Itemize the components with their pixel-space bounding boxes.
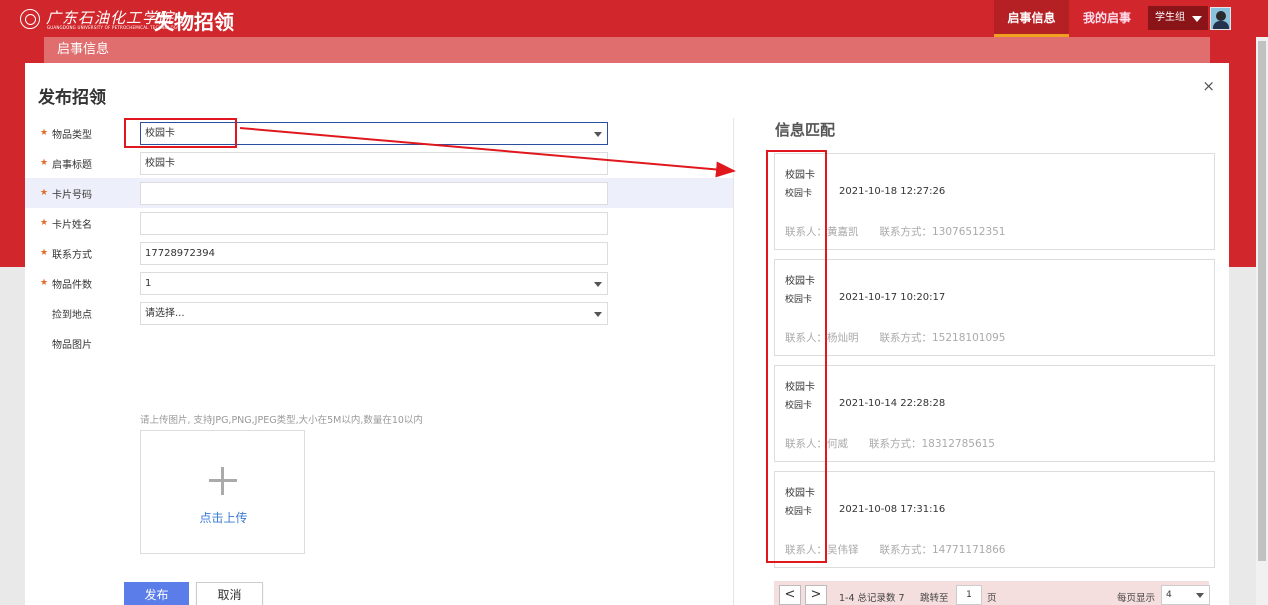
annotation-arrow-icon <box>239 127 736 178</box>
